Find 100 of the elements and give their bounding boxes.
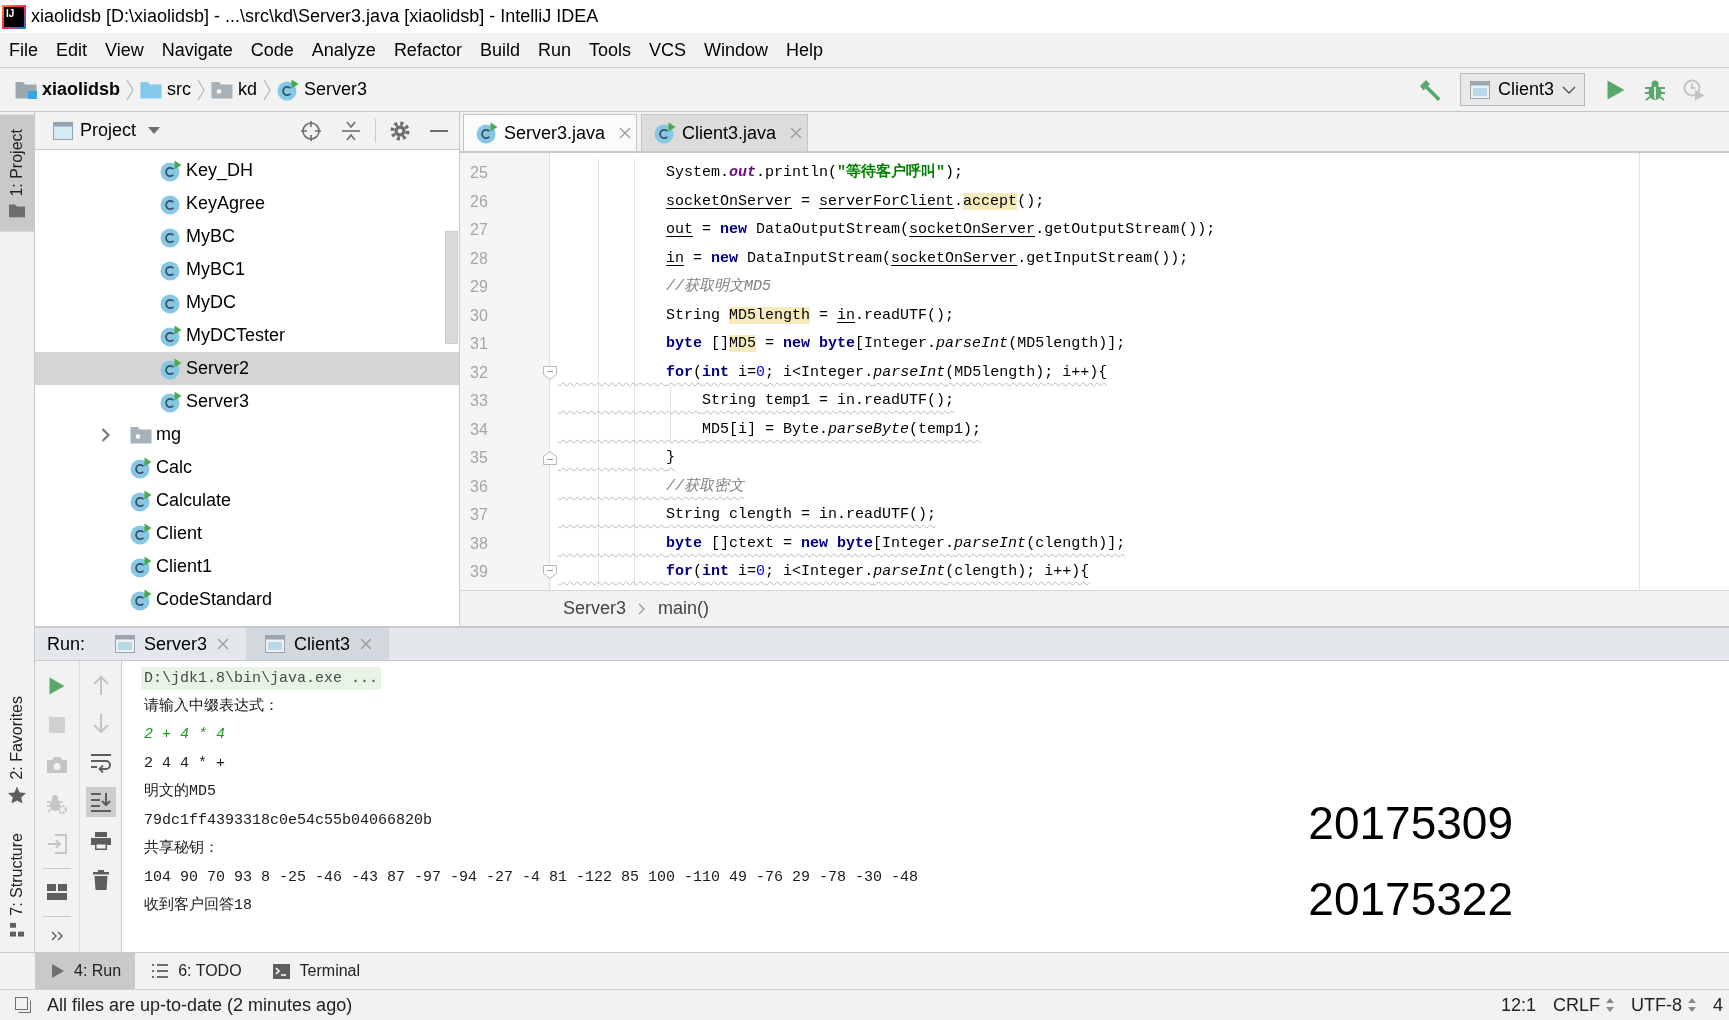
package-icon	[211, 80, 234, 99]
tree-item[interactable]: MyBC	[35, 220, 459, 253]
tool-window-tab[interactable]: 4: Run	[35, 953, 136, 989]
tree-item[interactable]: Client	[35, 517, 459, 550]
tree-item[interactable]: CodeStandard	[35, 583, 459, 616]
console-line: 明文的MD5	[144, 781, 216, 802]
breadcrumb[interactable]: src	[140, 79, 192, 100]
menu-item[interactable]: Edit	[47, 33, 97, 67]
tree-item[interactable]: MyDCTester	[35, 319, 459, 352]
editor-tab[interactable]: Server3.java	[463, 114, 638, 151]
runnable-class-icon	[130, 555, 152, 578]
hammer-icon[interactable]	[1417, 77, 1442, 102]
tree-item[interactable]: KeyAgree	[35, 187, 459, 220]
tool-window-tab[interactable]: 2: Favorites	[0, 685, 34, 814]
line-number: 33	[470, 392, 488, 411]
tree-item[interactable]: Server3	[35, 385, 459, 418]
breadcrumb[interactable]: Server3	[563, 598, 627, 619]
tree-item[interactable]: MyDC	[35, 286, 459, 319]
tree-item[interactable]: Key_DH	[35, 154, 459, 187]
breadcrumb[interactable]: Server3	[277, 78, 368, 101]
tree-item[interactable]: mg	[35, 418, 459, 451]
runnable-class-icon	[130, 489, 152, 512]
breadcrumb[interactable]: xiaolidsb	[15, 79, 121, 100]
code-line: byte []ctext = new byte[Integer.parseInt(clength)];	[665, 533, 1126, 554]
soft-wrap-icon[interactable]	[90, 752, 111, 773]
line-number: 34	[470, 420, 488, 439]
tool-window-tab[interactable]: 7: Structure	[0, 823, 34, 947]
line-separator-selector[interactable]: CRLF	[1552, 994, 1614, 1016]
breadcrumb[interactable]: kd	[211, 79, 258, 100]
menu-item[interactable]: VCS	[640, 33, 695, 67]
fold-marker-icon[interactable]	[543, 451, 557, 465]
layout-icon[interactable]	[47, 884, 67, 901]
menu-item[interactable]: Refactor	[384, 33, 471, 67]
menu-item[interactable]: Code	[241, 33, 303, 67]
line-number: 37	[470, 506, 488, 525]
menu-item[interactable]: Help	[777, 33, 833, 67]
chevron-icon	[197, 78, 206, 101]
menu-item[interactable]: Build	[470, 33, 529, 67]
settings-icon[interactable]	[390, 120, 410, 141]
close-icon[interactable]	[790, 127, 803, 139]
number-label: 20175309	[1308, 800, 1513, 846]
run-config-dropdown[interactable]: Client3	[1459, 73, 1585, 106]
square-icon[interactable]	[15, 997, 31, 1013]
tree-item[interactable]: Calculate	[35, 484, 459, 517]
run-icon[interactable]	[1607, 79, 1625, 100]
run-tab[interactable]: Server3	[96, 628, 247, 660]
collapse-icon[interactable]	[341, 120, 361, 141]
line-number: 27	[470, 221, 488, 240]
encoding-selector[interactable]: UTF-8	[1631, 994, 1696, 1016]
fold-marker-icon[interactable]	[543, 565, 557, 579]
tree-item[interactable]: Server2	[35, 352, 459, 385]
menu-item[interactable]: Window	[695, 33, 778, 67]
caret-position[interactable]: 12:1	[1500, 994, 1536, 1016]
tool-window-tab[interactable]: Terminal	[255, 953, 375, 989]
tree-item[interactable]: Client1	[35, 550, 459, 583]
bug-icon[interactable]	[1644, 78, 1666, 101]
chevron-right-icon[interactable]	[101, 427, 111, 442]
run-tab[interactable]: Client3	[246, 628, 390, 660]
tree-item[interactable]: MyBC1	[35, 253, 459, 286]
trash-icon[interactable]	[92, 869, 109, 890]
console-line: 共享秘钥：	[144, 838, 219, 859]
chevron-icon	[263, 78, 272, 101]
breadcrumb[interactable]: main()	[658, 598, 710, 619]
crosshair-icon[interactable]	[301, 120, 321, 141]
menu-item[interactable]: Run	[528, 33, 580, 67]
fold-marker-icon[interactable]	[543, 365, 557, 380]
class-icon	[160, 227, 180, 248]
indent-setting[interactable]: 4	[1713, 994, 1723, 1016]
class-icon	[160, 194, 180, 215]
double-chevron-icon[interactable]	[51, 931, 63, 941]
code-line: }	[665, 448, 676, 469]
code-line: String temp1 = in.readUTF();	[701, 391, 955, 412]
menu-item[interactable]: Navigate	[152, 33, 242, 67]
tool-window-tab[interactable]: 6: TODO	[135, 953, 256, 989]
window-icon	[265, 635, 286, 653]
list-icon	[152, 964, 169, 978]
scrollbar[interactable]	[445, 231, 458, 344]
close-icon[interactable]	[217, 638, 230, 650]
runnable-class-icon	[160, 357, 182, 380]
menu-item[interactable]: Analyze	[302, 33, 385, 67]
menu-item[interactable]: Tools	[579, 33, 640, 67]
runnable-class-icon	[130, 456, 152, 479]
close-icon[interactable]	[619, 127, 632, 139]
menu-item[interactable]: View	[96, 33, 153, 67]
line-number: 31	[470, 335, 488, 354]
menu-item[interactable]: File	[0, 33, 47, 67]
code-line: //获取明文MD5	[666, 277, 772, 298]
scroll-to-end-icon[interactable]	[85, 786, 116, 817]
tool-window-tab[interactable]: 1: Project	[0, 115, 34, 232]
close-icon[interactable]	[360, 638, 373, 650]
editor-tab[interactable]: Client3.java	[641, 114, 809, 151]
runnable-class-icon	[130, 588, 152, 611]
tree-item[interactable]: Calc	[35, 451, 459, 484]
line-number: 30	[470, 306, 488, 325]
line-number: 35	[470, 449, 488, 468]
star-icon	[8, 786, 26, 804]
printer-icon[interactable]	[90, 831, 111, 850]
code-line: //获取密文	[665, 476, 745, 497]
view-selector[interactable]: Project	[53, 120, 161, 141]
run-icon[interactable]	[49, 676, 65, 695]
